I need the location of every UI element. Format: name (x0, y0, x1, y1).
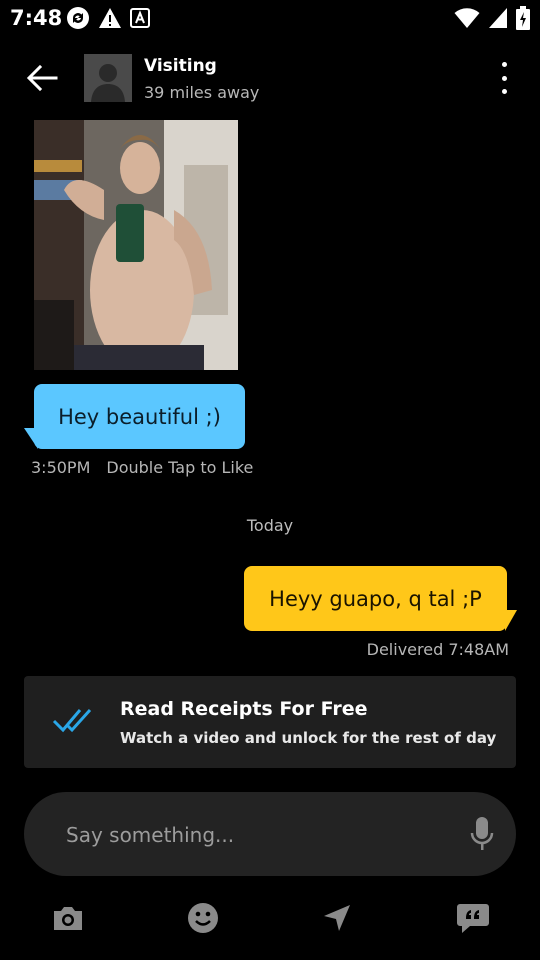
double-tap-like-hint: Double Tap to Like (106, 458, 254, 477)
more-vertical-icon (501, 62, 507, 67)
message-composer (24, 792, 516, 876)
microphone-icon (470, 817, 494, 850)
incoming-message-meta: 3:50PM Double Tap to Like (31, 458, 253, 477)
date-separator: Today (246, 516, 294, 535)
emoji-icon (188, 903, 218, 933)
status-icons-right (454, 6, 530, 34)
outgoing-message-text: Heyy guapo, q tal ;P (269, 586, 482, 611)
battery-charging-icon (516, 6, 530, 34)
photo-message[interactable] (34, 120, 238, 370)
more-vertical-dot (501, 75, 507, 81)
delivery-status: Delivered 7:48AM (366, 640, 509, 659)
promo-title: Read Receipts For Free (120, 698, 368, 720)
incoming-message-bubble[interactable]: Hey beautiful ;) (34, 384, 245, 449)
location-arrow-icon (324, 905, 350, 931)
sync-icon (66, 6, 90, 34)
promo-subtitle: Watch a video and unlock for the rest of… (120, 729, 497, 747)
incoming-bubble-tail (24, 428, 38, 449)
warning-icon (98, 7, 122, 33)
default-avatar-icon (84, 54, 132, 102)
cell-signal-icon (488, 7, 508, 33)
double-check-icon (52, 706, 94, 738)
outgoing-message-bubble[interactable]: Heyy guapo, q tal ;P (244, 566, 507, 631)
chat-header: Visiting 39 miles away (0, 40, 540, 116)
voice-message-button[interactable] (470, 816, 494, 852)
back-button[interactable] (24, 62, 60, 94)
message-time: 3:50PM (31, 458, 91, 477)
status-bar: 7:48 (0, 0, 540, 36)
message-input[interactable] (64, 814, 448, 856)
share-location-button[interactable] (319, 900, 355, 936)
profile-distance: 39 miles away (144, 83, 260, 102)
bottom-toolbar (0, 892, 540, 944)
incoming-message-text: Hey beautiful ;) (58, 404, 221, 429)
photo-image (34, 120, 238, 370)
app-notification-icon (130, 8, 150, 32)
arrow-left-icon (26, 64, 58, 92)
avatar[interactable] (84, 54, 132, 102)
quick-replies-button[interactable] (455, 900, 491, 936)
read-receipts-promo[interactable]: Read Receipts For Free Watch a video and… (24, 676, 516, 768)
camera-button[interactable] (50, 900, 86, 936)
camera-icon (54, 907, 82, 930)
wifi-icon (454, 7, 480, 33)
more-menu-button[interactable] (492, 62, 516, 94)
status-time: 7:48 (10, 6, 63, 30)
quick-replies-icon (457, 904, 489, 933)
outgoing-bubble-tail (505, 610, 517, 631)
profile-name[interactable]: Visiting (144, 56, 217, 76)
emoji-button[interactable] (185, 900, 221, 936)
more-vertical-dot (501, 89, 507, 94)
status-icons-left (66, 6, 150, 34)
